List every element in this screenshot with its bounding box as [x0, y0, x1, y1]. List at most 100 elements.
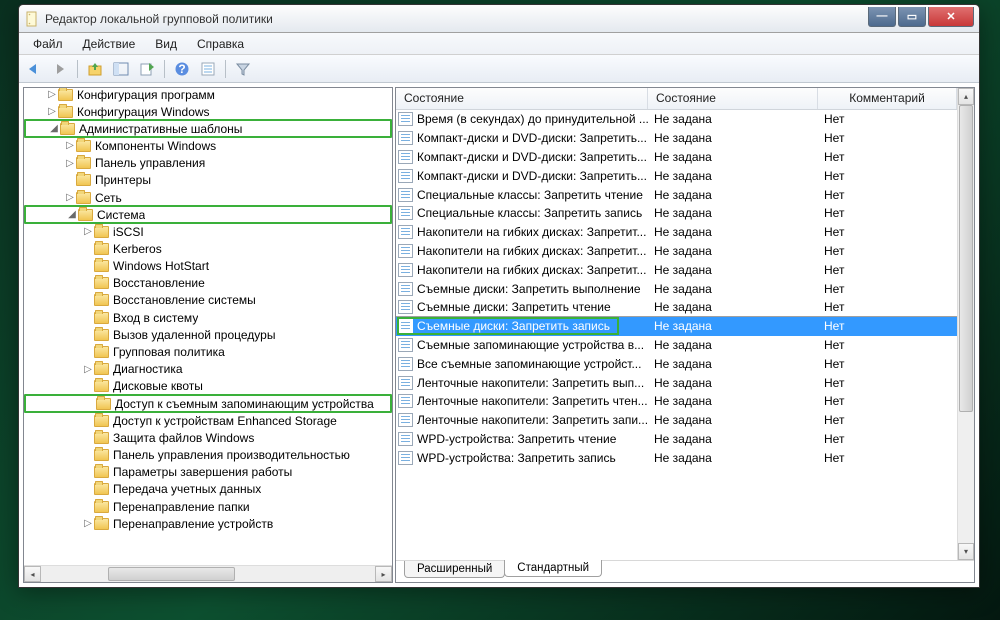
policy-row[interactable]: Съемные запоминающие устройства в...Не з…: [396, 336, 957, 355]
tree-item[interactable]: Перенаправление папки: [24, 498, 392, 515]
policy-row[interactable]: Ленточные накопители: Запретить чтен...Н…: [396, 392, 957, 411]
menu-action[interactable]: Действие: [73, 35, 146, 53]
scroll-thumb[interactable]: [959, 105, 973, 412]
tree-item[interactable]: Передача учетных данных: [24, 481, 392, 498]
policy-row[interactable]: WPD-устройства: Запретить чтениеНе задан…: [396, 430, 957, 449]
tree-item[interactable]: Панель управления производительностью: [24, 446, 392, 463]
policy-row[interactable]: Ленточные накопители: Запретить вып...Не…: [396, 373, 957, 392]
policy-row[interactable]: Специальные классы: Запретить чтениеНе з…: [396, 185, 957, 204]
expand-icon[interactable]: ▷: [82, 226, 94, 237]
policy-row[interactable]: Время (в секундах) до принудительной ...…: [396, 110, 957, 129]
tab-standard[interactable]: Стандартный: [504, 560, 602, 577]
policy-row[interactable]: Компакт-диски и DVD-диски: Запретить...Н…: [396, 166, 957, 185]
scroll-left-button[interactable]: ◂: [24, 566, 41, 582]
expand-icon[interactable]: ▷: [64, 158, 76, 169]
tree-item[interactable]: ◢Система: [24, 205, 392, 224]
folder-icon: [94, 243, 109, 255]
tree-item[interactable]: ◢Административные шаблоны: [24, 119, 392, 138]
collapse-icon[interactable]: ◢: [66, 209, 78, 220]
policy-comment: Нет: [818, 432, 957, 446]
menu-help[interactable]: Справка: [187, 35, 254, 53]
tree-item[interactable]: Восстановление системы: [24, 292, 392, 309]
filter-button[interactable]: [232, 58, 254, 80]
tab-extended[interactable]: Расширенный: [404, 561, 505, 578]
export-button[interactable]: [136, 58, 158, 80]
help-icon: ?: [174, 61, 190, 77]
tree-item[interactable]: Kerberos: [24, 240, 392, 257]
up-level-button[interactable]: [84, 58, 106, 80]
tree-item[interactable]: Групповая политика: [24, 343, 392, 360]
tree-item-label: Панель управления производительностью: [113, 448, 350, 462]
tree-scroll[interactable]: ▷Конфигурация программ▷Конфигурация Wind…: [24, 88, 392, 565]
tree-item[interactable]: ▷Сеть: [24, 189, 392, 206]
maximize-button[interactable]: ▭: [898, 7, 926, 27]
policy-row[interactable]: Съемные диски: Запретить записьНе задана…: [396, 317, 957, 336]
policy-row[interactable]: Накопители на гибких дисках: Запретит...…: [396, 223, 957, 242]
policy-state: Не задана: [648, 357, 818, 371]
menu-view[interactable]: Вид: [145, 35, 187, 53]
collapse-icon[interactable]: ◢: [48, 123, 60, 134]
tree-item[interactable]: Параметры завершения работы: [24, 464, 392, 481]
policy-row[interactable]: Все съемные запоминающие устройст... Не з…: [396, 354, 957, 373]
tree-item[interactable]: ▷Диагностика: [24, 361, 392, 378]
scroll-thumb[interactable]: [108, 567, 235, 581]
scroll-down-button[interactable]: ▾: [958, 543, 974, 560]
scroll-track[interactable]: [41, 566, 375, 582]
nav-back-button[interactable]: [23, 58, 45, 80]
minimize-button[interactable]: —: [868, 7, 896, 27]
menu-file[interactable]: Файл: [23, 35, 73, 53]
policy-comment: Нет: [818, 282, 957, 296]
titlebar[interactable]: Редактор локальной групповой политики — …: [19, 5, 979, 33]
policy-row[interactable]: WPD-устройства: Запретить записьНе задан…: [396, 448, 957, 467]
tree-item[interactable]: Windows HotStart: [24, 258, 392, 275]
help-button[interactable]: ?: [171, 58, 193, 80]
scroll-right-button[interactable]: ▸: [375, 566, 392, 582]
policy-row[interactable]: Съемные диски: Запретить чтениеНе задана…: [396, 298, 957, 317]
expand-icon[interactable]: ▷: [82, 518, 94, 529]
list-v-scrollbar[interactable]: ▴ ▾: [957, 88, 974, 560]
expand-icon[interactable]: ▷: [46, 89, 58, 100]
policy-row[interactable]: Компакт-диски и DVD-диски: Запретить...Н…: [396, 129, 957, 148]
list-body[interactable]: Время (в секундах) до принудительной ...…: [396, 110, 957, 560]
policy-icon: [398, 319, 413, 333]
policy-state: Не задана: [648, 263, 818, 277]
tree-item[interactable]: Восстановление: [24, 275, 392, 292]
column-header-name[interactable]: Состояние: [396, 88, 648, 109]
scroll-track[interactable]: [958, 105, 974, 543]
expand-icon[interactable]: ▷: [64, 192, 76, 203]
tree-item[interactable]: Вход в систему: [24, 309, 392, 326]
policy-row[interactable]: Компакт-диски и DVD-диски: Запретить...Н…: [396, 148, 957, 167]
tree-item[interactable]: Защита файлов Windows: [24, 429, 392, 446]
tree-item[interactable]: ▷iSCSI: [24, 223, 392, 240]
tree-item[interactable]: ▷Компоненты Windows: [24, 137, 392, 154]
expand-icon[interactable]: ▷: [64, 140, 76, 151]
policy-name: Все съемные запоминающие устройст...: [417, 357, 641, 371]
tree-item[interactable]: ▷Панель управления: [24, 155, 392, 172]
tree-item[interactable]: Доступ к устройствам Enhanced Storage: [24, 412, 392, 429]
policy-row[interactable]: Накопители на гибких дисках: Запретит...…: [396, 242, 957, 261]
nav-forward-button[interactable]: [49, 58, 71, 80]
tree-item[interactable]: Принтеры: [24, 172, 392, 189]
tree-item[interactable]: ▷Конфигурация Windows: [24, 103, 392, 120]
column-header-state[interactable]: Состояние: [648, 88, 818, 109]
scroll-up-button[interactable]: ▴: [958, 88, 974, 105]
expand-icon[interactable]: ▷: [46, 106, 58, 117]
tree-item-label: Дисковые квоты: [113, 379, 203, 393]
policy-row[interactable]: Специальные классы: Запретить записьНе з…: [396, 204, 957, 223]
policy-row[interactable]: Съемные диски: Запретить выполнениеНе за…: [396, 279, 957, 298]
tree-item[interactable]: ▷Конфигурация программ: [24, 88, 392, 103]
show-hide-tree-button[interactable]: [110, 58, 132, 80]
tree-item[interactable]: Дисковые квоты: [24, 378, 392, 395]
policy-row[interactable]: Ленточные накопители: Запретить запи...Н…: [396, 411, 957, 430]
close-button[interactable]: ✕: [928, 7, 974, 27]
tree-item[interactable]: Вызов удаленной процедуры: [24, 326, 392, 343]
tree-item[interactable]: ▷Перенаправление устройств: [24, 515, 392, 532]
properties-button[interactable]: [197, 58, 219, 80]
tree-item[interactable]: Доступ к съемным запоминающим устройства: [24, 394, 392, 413]
policy-icon: [398, 188, 413, 202]
policy-row[interactable]: Накопители на гибких дисках: Запретит...…: [396, 260, 957, 279]
tree-h-scrollbar[interactable]: ◂ ▸: [24, 565, 392, 582]
expand-icon[interactable]: ▷: [82, 364, 94, 375]
column-header-comment[interactable]: Комментарий: [818, 88, 957, 109]
tree-item-label: Защита файлов Windows: [113, 431, 254, 445]
